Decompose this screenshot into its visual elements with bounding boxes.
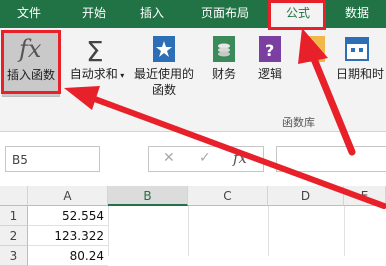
text-button[interactable]: A xyxy=(294,34,334,96)
cell-a3[interactable]: 80.24 xyxy=(28,246,108,266)
grid-line xyxy=(188,206,189,256)
autosum-button[interactable]: Σ 自动求和 ▾ xyxy=(66,34,128,96)
tab-file[interactable]: 文件 xyxy=(2,0,56,28)
grid-line xyxy=(344,206,345,256)
autosum-label: 自动求和 xyxy=(69,67,118,81)
svg-text:?: ? xyxy=(265,41,274,60)
logical-button[interactable]: ? 逻辑 xyxy=(250,34,290,96)
cell-a2[interactable]: 123.322 xyxy=(28,226,108,246)
name-box[interactable]: B5 xyxy=(5,146,100,172)
formula-bar: B5 ✕ ✓ fx xyxy=(0,140,386,180)
column-header-c[interactable]: C xyxy=(188,186,268,206)
insert-function-fx-icon[interactable]: fx xyxy=(233,149,247,167)
formula-input[interactable] xyxy=(276,146,386,172)
finance-book-icon xyxy=(213,36,235,62)
star-book-icon xyxy=(153,36,175,62)
svg-text:A: A xyxy=(308,41,321,60)
tab-insert[interactable]: 插入 xyxy=(124,0,180,28)
sigma-icon: Σ xyxy=(86,35,104,64)
tab-page-layout[interactable]: 页面布局 xyxy=(188,0,262,28)
row-header[interactable]: 2 xyxy=(0,226,28,246)
financial-label: 财务 xyxy=(211,67,236,81)
logic-book-icon: ? xyxy=(259,36,281,62)
recently-used-button[interactable]: 最近使用的 函数 xyxy=(128,34,200,110)
row-header[interactable]: 1 xyxy=(0,206,28,226)
column-header-e[interactable]: E xyxy=(344,186,386,206)
svg-text:fx: fx xyxy=(17,35,42,63)
date-time-label: 日期和时 xyxy=(336,67,385,81)
svg-text:Σ: Σ xyxy=(86,35,104,64)
tab-formulas[interactable]: 公式 xyxy=(270,0,326,28)
row-header[interactable]: 3 xyxy=(0,246,28,266)
recently-used-label: 最近使用的 函数 xyxy=(133,67,194,97)
enter-icon[interactable]: ✓ xyxy=(199,150,211,166)
insert-function-button[interactable]: fx 插入函数 xyxy=(2,30,60,97)
calendar-icon xyxy=(345,37,369,61)
function-fx-icon: fx xyxy=(17,35,42,63)
cell-a1[interactable]: 52.554 xyxy=(28,206,108,226)
formula-commands: ✕ ✓ fx xyxy=(148,146,264,172)
autosum-dropdown-icon[interactable]: ▾ xyxy=(118,71,124,80)
ribbon-tab-bar: 文件 开始 插入 页面布局 公式 数据 xyxy=(0,0,386,28)
grid-line xyxy=(108,206,109,256)
column-header-d[interactable]: D xyxy=(268,186,344,206)
function-library-group-label: 函数库 xyxy=(282,116,315,129)
column-header-a[interactable]: A xyxy=(28,186,108,206)
select-all-corner[interactable] xyxy=(0,186,28,206)
text-book-icon: A xyxy=(303,36,325,62)
date-time-button[interactable]: 日期和时 xyxy=(336,34,386,96)
financial-button[interactable]: 财务 xyxy=(202,34,246,96)
tab-home[interactable]: 开始 xyxy=(66,0,122,28)
tab-data[interactable]: 数据 xyxy=(330,0,384,28)
logical-label: 逻辑 xyxy=(257,67,282,81)
column-header-b[interactable]: B xyxy=(108,186,188,206)
insert-function-label: 插入函数 xyxy=(6,68,55,82)
grid-line xyxy=(268,206,269,256)
cancel-icon[interactable]: ✕ xyxy=(163,150,175,166)
